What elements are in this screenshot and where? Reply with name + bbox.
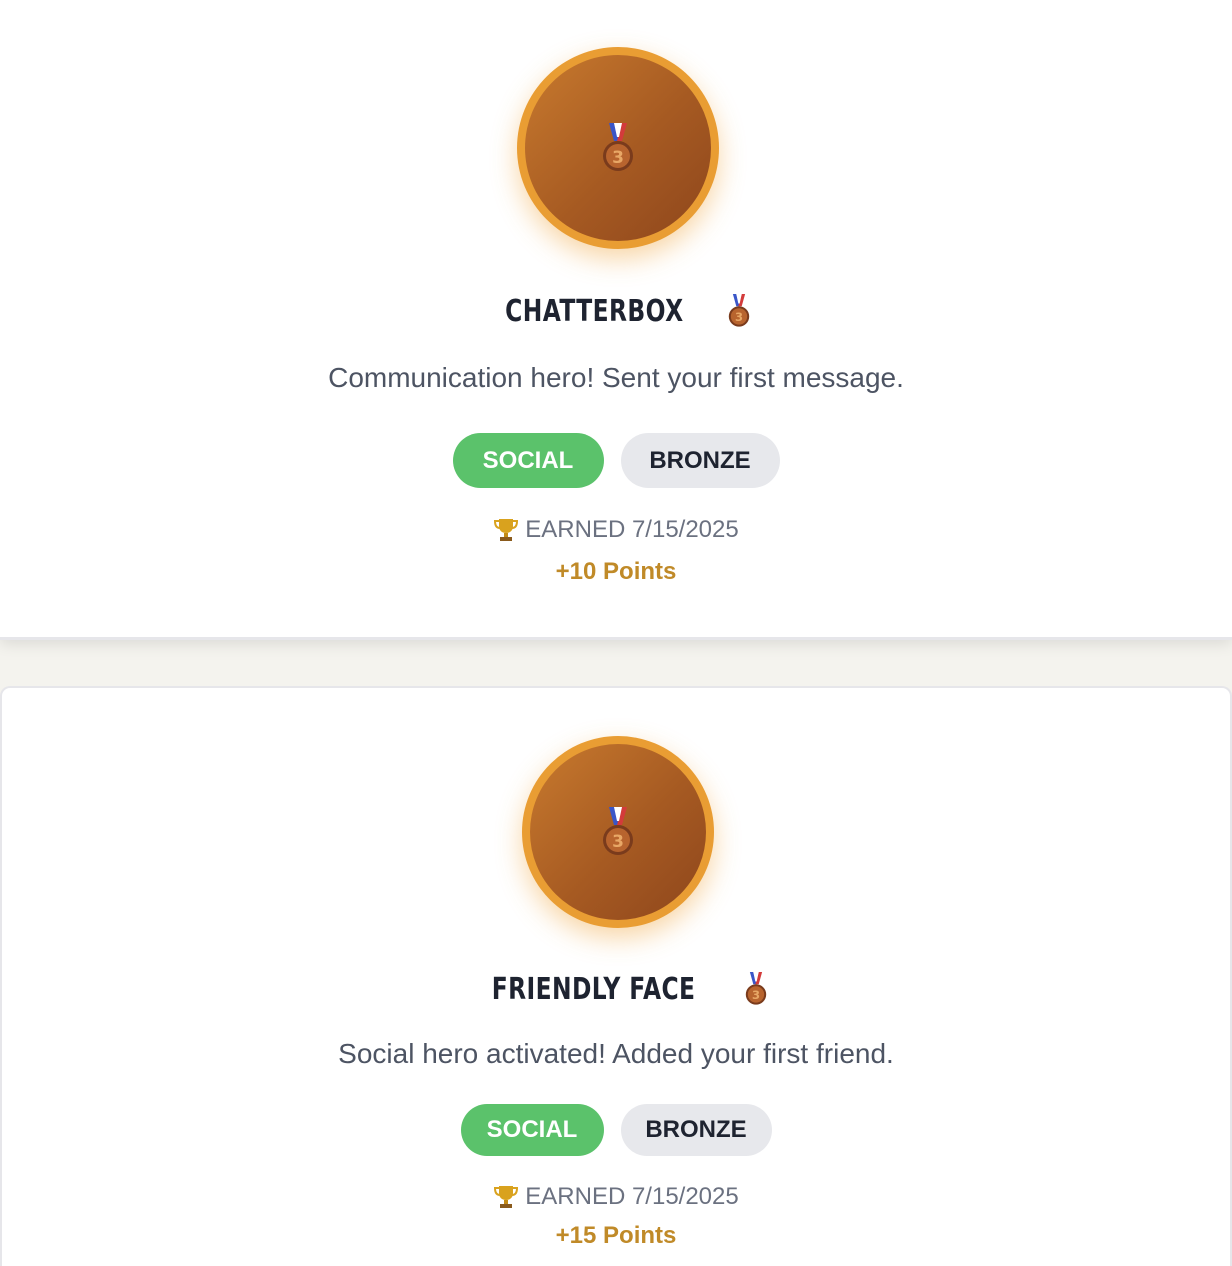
achievement-description: Social hero activated! Added your first … (338, 1038, 894, 1069)
achievement-card[interactable]: FRIENDLY FACE Social hero activated! Add… (0, 686, 1232, 1266)
achievement-badge (522, 736, 714, 928)
achievement-title: CHATTERBOX (504, 293, 684, 329)
achievement-title: FRIENDLY FACE (492, 971, 696, 1007)
achievement-badge (517, 47, 719, 249)
category-tag: SOCIAL (460, 1104, 604, 1156)
earned-date: EARNED 7/15/2025 (525, 1183, 739, 1210)
trophy-icon (493, 1184, 519, 1210)
bronze-medal-icon (600, 123, 636, 173)
bronze-medal-icon (726, 294, 752, 328)
achievement-card[interactable]: CHATTERBOX Communication hero! Sent your… (0, 0, 1232, 640)
achievement-description: Communication hero! Sent your first mess… (328, 362, 904, 393)
tier-tag: BRONZE (620, 1104, 772, 1156)
trophy-icon (493, 517, 519, 543)
earned-date: EARNED 7/15/2025 (525, 516, 739, 543)
category-tag: SOCIAL (452, 433, 604, 488)
points-label: +10 Points (555, 558, 677, 585)
tier-tag: BRONZE (620, 433, 780, 488)
bronze-medal-icon (600, 807, 636, 857)
points-label: +15 Points (555, 1222, 677, 1249)
bronze-medal-icon (743, 972, 769, 1006)
